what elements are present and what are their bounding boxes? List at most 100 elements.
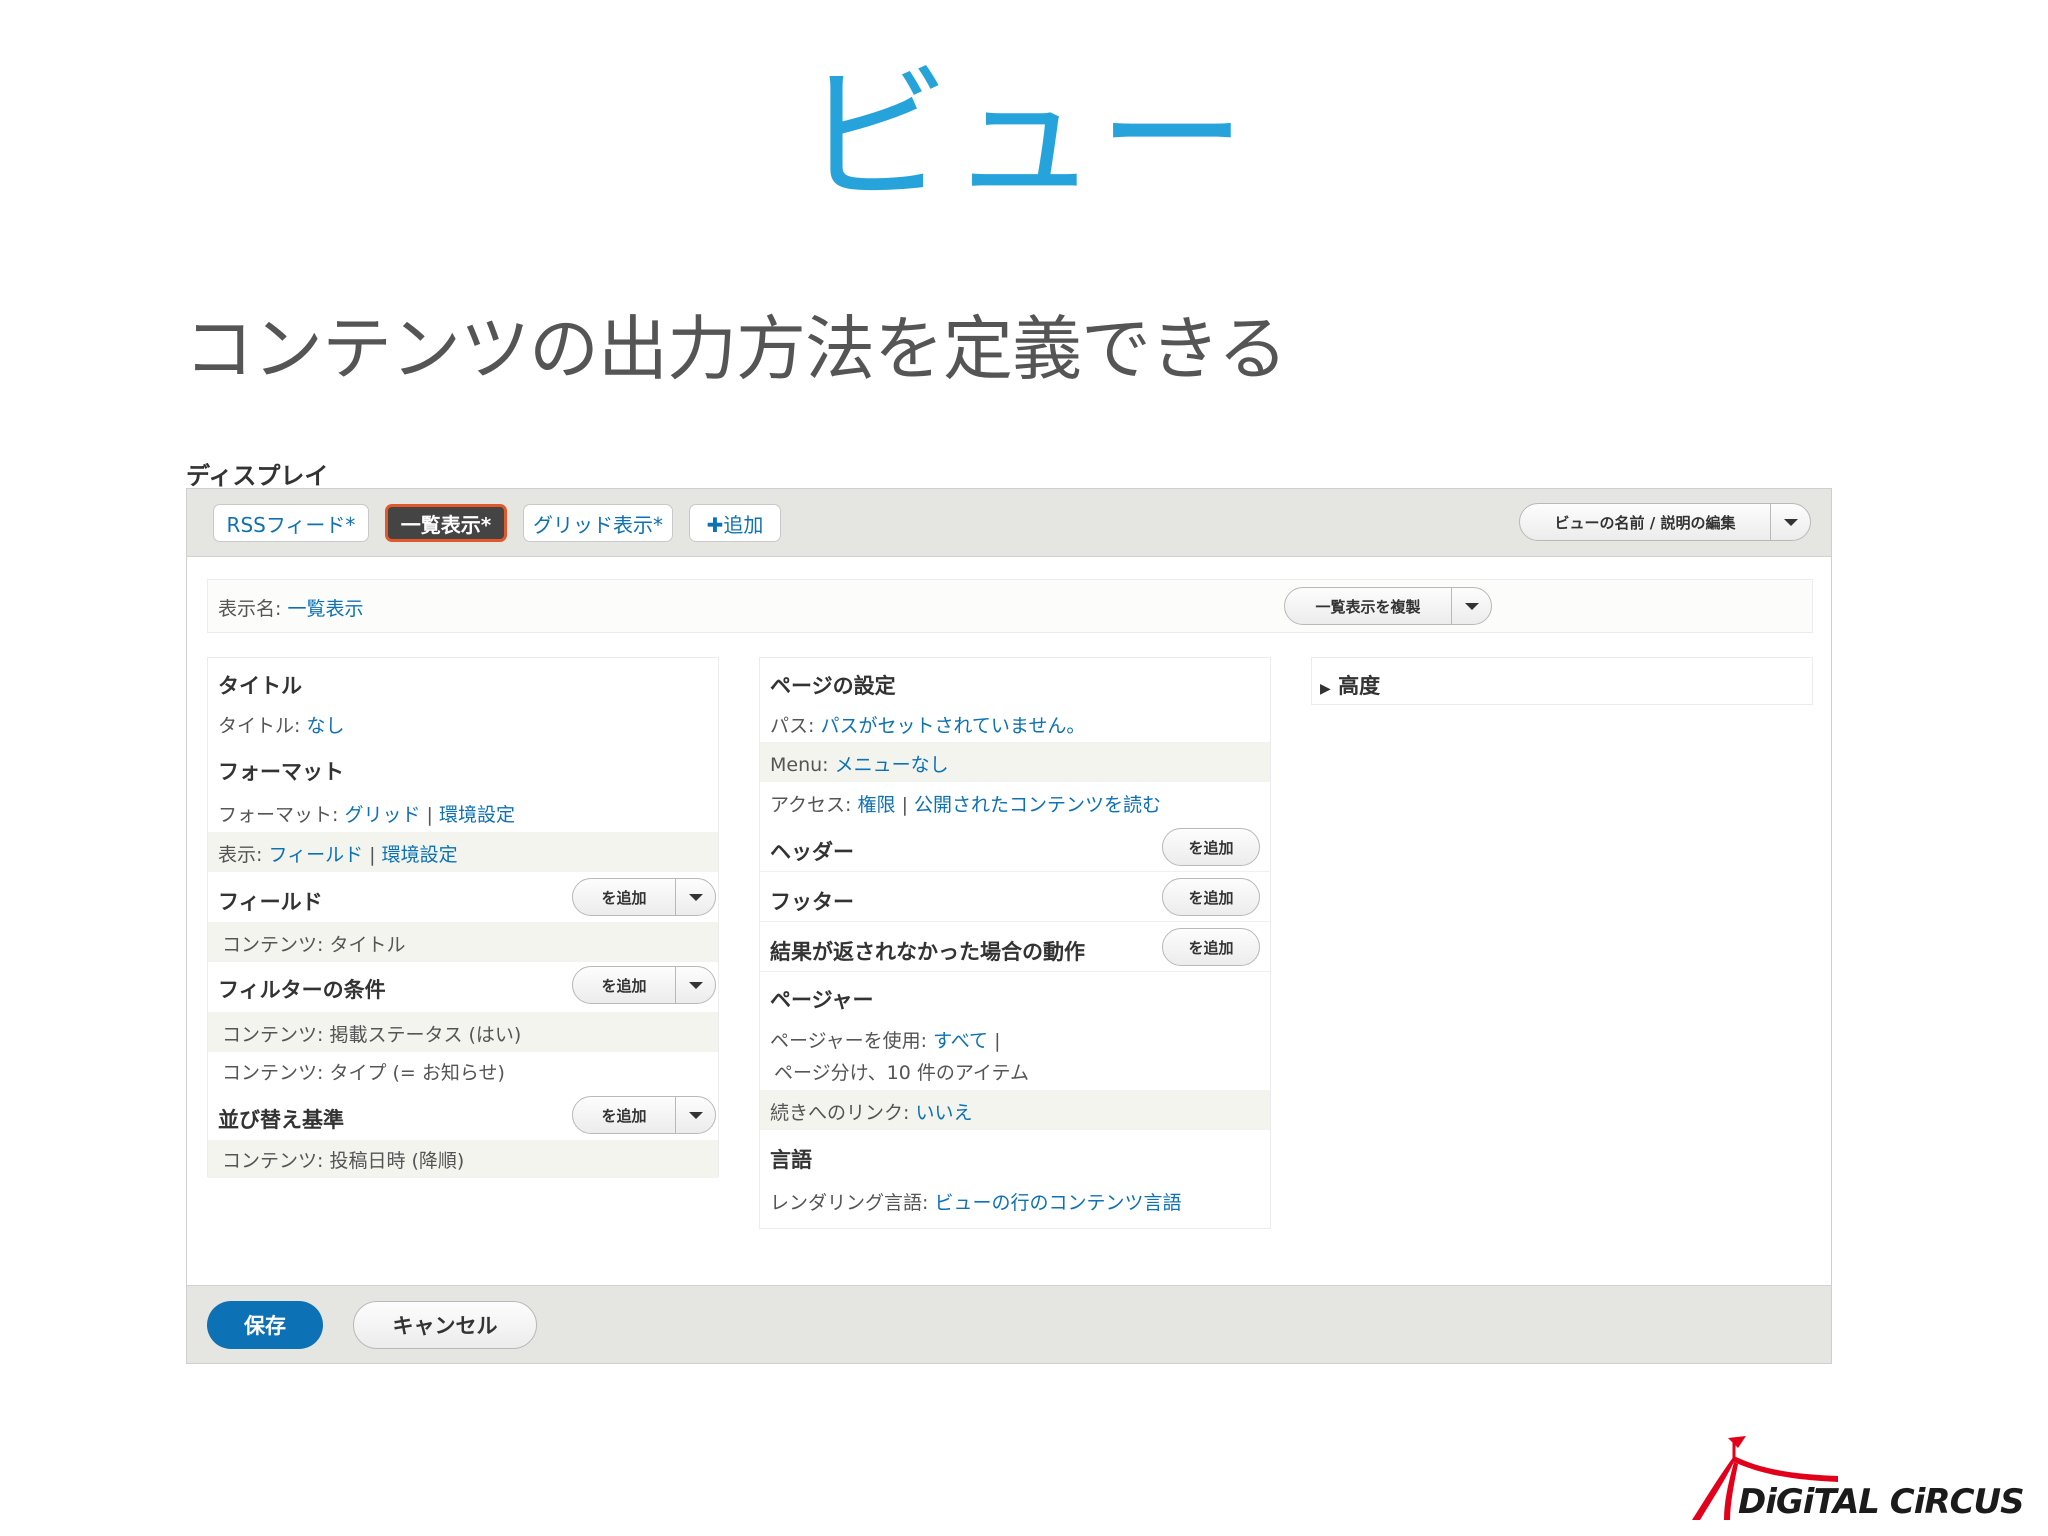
separator: | xyxy=(994,1030,1001,1052)
pager-options-link[interactable]: ページ分け、10 件のアイテム xyxy=(774,1058,1029,1085)
pager-section-header: ページャー xyxy=(760,972,1270,1018)
format-grid-link[interactable]: グリッド xyxy=(344,804,420,826)
chevron-down-icon xyxy=(688,981,703,989)
add-display-button[interactable]: ✚追加 xyxy=(689,504,781,542)
access-detail-link[interactable]: 公開されたコンテンツを読む xyxy=(914,794,1161,816)
chevron-down-icon xyxy=(1464,602,1479,610)
pager-heading: ページャー xyxy=(770,988,874,1012)
footer-section-row: フッター を追加 xyxy=(760,872,1270,922)
format-section-header: フォーマット xyxy=(208,742,718,792)
pager-all-link[interactable]: すべて xyxy=(933,1030,988,1052)
show-settings-link[interactable]: 環境設定 xyxy=(382,844,458,866)
format-heading: フォーマット xyxy=(218,760,344,784)
title-setting-label: タイトル: xyxy=(218,715,301,737)
tab-grid-display[interactable]: グリッド表示* xyxy=(523,504,673,542)
dropdown-toggle[interactable] xyxy=(675,879,715,915)
path-label: パス: xyxy=(770,715,815,737)
dropdown-toggle[interactable] xyxy=(675,967,715,1003)
page-settings-header: ページの設定 xyxy=(760,658,1270,704)
more-link-value[interactable]: いいえ xyxy=(915,1102,972,1124)
filter-published-link[interactable]: コンテンツ: 掲載ステータス (はい) xyxy=(222,1020,521,1047)
title-section-header: タイトル xyxy=(208,658,718,704)
add-field-label[interactable]: を追加 xyxy=(573,879,675,915)
add-field-dropbutton[interactable]: を追加 xyxy=(572,878,716,916)
separator: | xyxy=(901,794,908,816)
filter-item-row: コンテンツ: タイプ (= お知らせ) xyxy=(208,1052,718,1092)
format-setting-row: フォーマット: グリッド | 環境設定 xyxy=(208,792,718,832)
field-content-title-link[interactable]: コンテンツ: タイトル xyxy=(222,930,405,957)
sort-created-link[interactable]: コンテンツ: 投稿日時 (降順) xyxy=(222,1146,464,1173)
triangle-right-icon: ▶ xyxy=(1320,681,1331,697)
tab-rss-feed[interactable]: RSSフィード* xyxy=(213,504,369,542)
format-settings-link[interactable]: 環境設定 xyxy=(439,804,515,826)
cancel-button[interactable]: キャンセル xyxy=(353,1301,537,1349)
page-settings-heading: ページの設定 xyxy=(770,674,896,698)
chevron-down-icon xyxy=(1783,518,1798,526)
language-section-header: 言語 xyxy=(760,1130,1270,1180)
title-setting-row: タイトル: なし xyxy=(208,704,718,742)
add-no-results-button[interactable]: を追加 xyxy=(1162,928,1260,966)
more-link-setting-row: 続きへのリンク: いいえ xyxy=(760,1090,1270,1130)
slide-title: ビュー xyxy=(802,50,1246,222)
edit-view-name-dropbutton[interactable]: ビューの名前 / 説明の編集 xyxy=(1519,503,1811,541)
rendering-language-link[interactable]: ビューの行のコンテンツ言語 xyxy=(934,1192,1181,1214)
display-name-label: 表示名: xyxy=(218,598,282,620)
advanced-toggle[interactable]: ▶ 高度 xyxy=(1312,658,1812,704)
brand-text: DiGiTAL CiRCUS xyxy=(1738,1482,2025,1522)
sort-heading: 並び替え基準 xyxy=(218,1108,344,1132)
dropdown-toggle[interactable] xyxy=(675,1097,715,1133)
access-permission-link[interactable]: 権限 xyxy=(858,794,896,816)
chevron-down-icon xyxy=(688,893,703,901)
header-heading: ヘッダー xyxy=(770,840,854,864)
separator: | xyxy=(426,804,433,826)
advanced-column: ▶ 高度 xyxy=(1311,657,1813,705)
add-sort-label[interactable]: を追加 xyxy=(573,1097,675,1133)
show-setting-row: 表示: フィールド | 環境設定 xyxy=(208,832,718,872)
path-setting-row: パス: パスがセットされていません。 xyxy=(760,704,1270,742)
advanced-heading[interactable]: 高度 xyxy=(1338,674,1380,698)
show-setting-label: 表示: xyxy=(218,844,263,866)
separator: | xyxy=(369,844,376,866)
sort-section-header: 並び替え基準 を追加 xyxy=(208,1092,718,1140)
more-link-label: 続きへのリンク: xyxy=(770,1102,910,1124)
add-header-button[interactable]: を追加 xyxy=(1162,828,1260,866)
display-name-link[interactable]: 一覧表示 xyxy=(287,598,363,620)
fields-heading: フィールド xyxy=(218,890,323,914)
edit-view-name-label[interactable]: ビューの名前 / 説明の編集 xyxy=(1520,504,1770,540)
rendering-language-row: レンダリング言語: ビューの行のコンテンツ言語 xyxy=(760,1180,1270,1228)
format-setting-label: フォーマット: xyxy=(218,804,339,826)
field-item-row: コンテンツ: タイトル xyxy=(208,922,718,962)
title-setting-link[interactable]: なし xyxy=(306,715,344,737)
language-heading: 言語 xyxy=(770,1148,812,1172)
title-heading: タイトル xyxy=(218,674,302,698)
save-button[interactable]: 保存 xyxy=(207,1301,323,1349)
display-tab-bar: RSSフィード* 一覧表示* グリッド表示* ✚追加 ビューの名前 / 説明の編… xyxy=(187,489,1831,557)
add-footer-button[interactable]: を追加 xyxy=(1162,878,1260,916)
dropdown-toggle[interactable] xyxy=(1451,588,1491,624)
form-actions-bar: 保存 キャンセル xyxy=(187,1285,1831,1363)
duplicate-display-dropbutton[interactable]: 一覧表示を複製 xyxy=(1284,587,1492,625)
path-link[interactable]: パスがセットされていません。 xyxy=(820,715,1085,737)
duplicate-display-label[interactable]: 一覧表示を複製 xyxy=(1285,588,1451,624)
chevron-down-icon xyxy=(688,1111,703,1119)
left-settings-column: タイトル タイトル: なし フォーマット フォーマット: グリッド | 環境設定… xyxy=(207,657,719,1178)
footer-heading: フッター xyxy=(770,890,854,914)
menu-setting-row: Menu: メニューなし xyxy=(760,742,1270,782)
menu-link[interactable]: メニューなし xyxy=(835,754,949,776)
add-filter-dropbutton[interactable]: を追加 xyxy=(572,966,716,1004)
sort-item-row: コンテンツ: 投稿日時 (降順) xyxy=(208,1140,718,1178)
rendering-language-label: レンダリング言語: xyxy=(770,1192,929,1214)
display-section-label: ディスプレイ xyxy=(186,462,329,490)
add-filter-label[interactable]: を追加 xyxy=(573,967,675,1003)
middle-settings-column: ページの設定 パス: パスがセットされていません。 Menu: メニューなし ア… xyxy=(759,657,1271,1229)
access-setting-row: アクセス: 権限 | 公開されたコンテンツを読む xyxy=(760,782,1270,822)
filter-item-row: コンテンツ: 掲載ステータス (はい) xyxy=(208,1012,718,1052)
display-name-row: 表示名: 一覧表示 xyxy=(218,594,363,621)
add-sort-dropbutton[interactable]: を追加 xyxy=(572,1096,716,1134)
tab-list-display[interactable]: 一覧表示* xyxy=(385,504,507,542)
filter-heading: フィルターの条件 xyxy=(218,978,386,1002)
menu-label: Menu: xyxy=(770,754,829,776)
show-fields-link[interactable]: フィールド xyxy=(268,844,363,866)
dropdown-toggle[interactable] xyxy=(1770,504,1810,540)
filter-type-link[interactable]: コンテンツ: タイプ (= お知らせ) xyxy=(222,1058,505,1085)
